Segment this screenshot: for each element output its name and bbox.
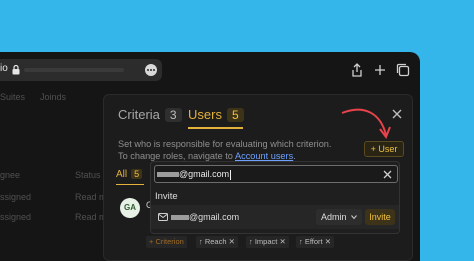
tag-label: Effort	[304, 237, 323, 246]
avatar: GA	[120, 198, 140, 218]
tabs-overview-icon[interactable]	[396, 63, 410, 77]
bg-cell: Read m	[75, 192, 107, 202]
invite-email-text: @gmail.com	[189, 212, 240, 222]
subtab-all[interactable]: All 5	[116, 169, 143, 180]
tag-label: Impact	[254, 237, 278, 246]
chevron-down-icon	[351, 214, 357, 220]
description: Set who is responsible for evaluating wh…	[118, 138, 343, 162]
url-text: io	[0, 63, 8, 74]
search-text: @gmail.com	[179, 169, 230, 179]
tab-count: 3	[164, 108, 182, 122]
new-tab-icon[interactable]	[373, 63, 387, 77]
redacted-text	[171, 215, 189, 221]
subtab-label: All	[116, 169, 128, 180]
active-tab-indicator	[188, 127, 243, 129]
invite-dropdown: @gmail.com Invite @gmail.com Admin Invit…	[150, 161, 400, 234]
invite-section-title: Invite	[155, 191, 178, 202]
add-user-label: User	[378, 144, 398, 154]
account-users-link[interactable]: Account users	[235, 151, 293, 161]
tag-label: Reach	[204, 237, 227, 246]
plus-icon: +	[370, 144, 376, 154]
share-icon[interactable]	[350, 63, 364, 77]
redacted-text	[157, 172, 179, 178]
user-search-input[interactable]: @gmail.com	[154, 165, 398, 183]
bg-nav-item: Joinds	[40, 92, 67, 102]
invite-email: @gmail.com	[171, 212, 239, 222]
more-icon[interactable]	[145, 64, 157, 76]
add-user-button[interactable]: + User	[364, 141, 404, 157]
role-value: Admin	[321, 212, 347, 222]
address-bar[interactable]: io	[0, 59, 162, 81]
bg-cell: ssigned	[0, 192, 32, 202]
description-end: .	[293, 151, 296, 161]
subtab-count: 5	[131, 169, 143, 179]
tab-count: 5	[226, 108, 244, 122]
tag-criterion[interactable]: + Criterion	[146, 236, 187, 248]
description-text: Set who is responsible for evaluating wh…	[118, 139, 332, 161]
tab-label: Criteria	[118, 107, 160, 122]
lock-icon	[12, 65, 20, 75]
tag-reach[interactable]: ↑ Reach ✕	[196, 236, 238, 248]
tab-criteria[interactable]: Criteria 3	[118, 107, 182, 122]
bg-cell: gnee	[0, 170, 21, 180]
bg-cell: Status	[75, 170, 101, 180]
clear-icon[interactable]	[383, 170, 392, 179]
role-select[interactable]: Admin	[316, 209, 362, 225]
tag-label: Criterion	[155, 237, 184, 246]
mail-icon	[158, 213, 168, 221]
tab-label: Users	[188, 107, 222, 122]
tab-users[interactable]: Users 5	[188, 107, 244, 122]
tag-impact[interactable]: ↑ Impact ✕	[246, 236, 289, 248]
invite-row: @gmail.com Admin Invite	[151, 205, 399, 229]
bg-cell: ssigned	[0, 212, 32, 222]
bg-nav-item: Suites	[0, 92, 26, 102]
text-caret	[230, 169, 232, 180]
tag-effort[interactable]: ↑ Effort ✕	[296, 236, 335, 248]
subtab-indicator	[116, 184, 144, 185]
search-value: @gmail.com	[157, 169, 232, 180]
url-redacted	[24, 68, 124, 72]
bg-cell: Read m	[75, 212, 107, 222]
invite-button[interactable]: Invite	[365, 209, 395, 225]
annotation-arrow	[340, 105, 396, 141]
